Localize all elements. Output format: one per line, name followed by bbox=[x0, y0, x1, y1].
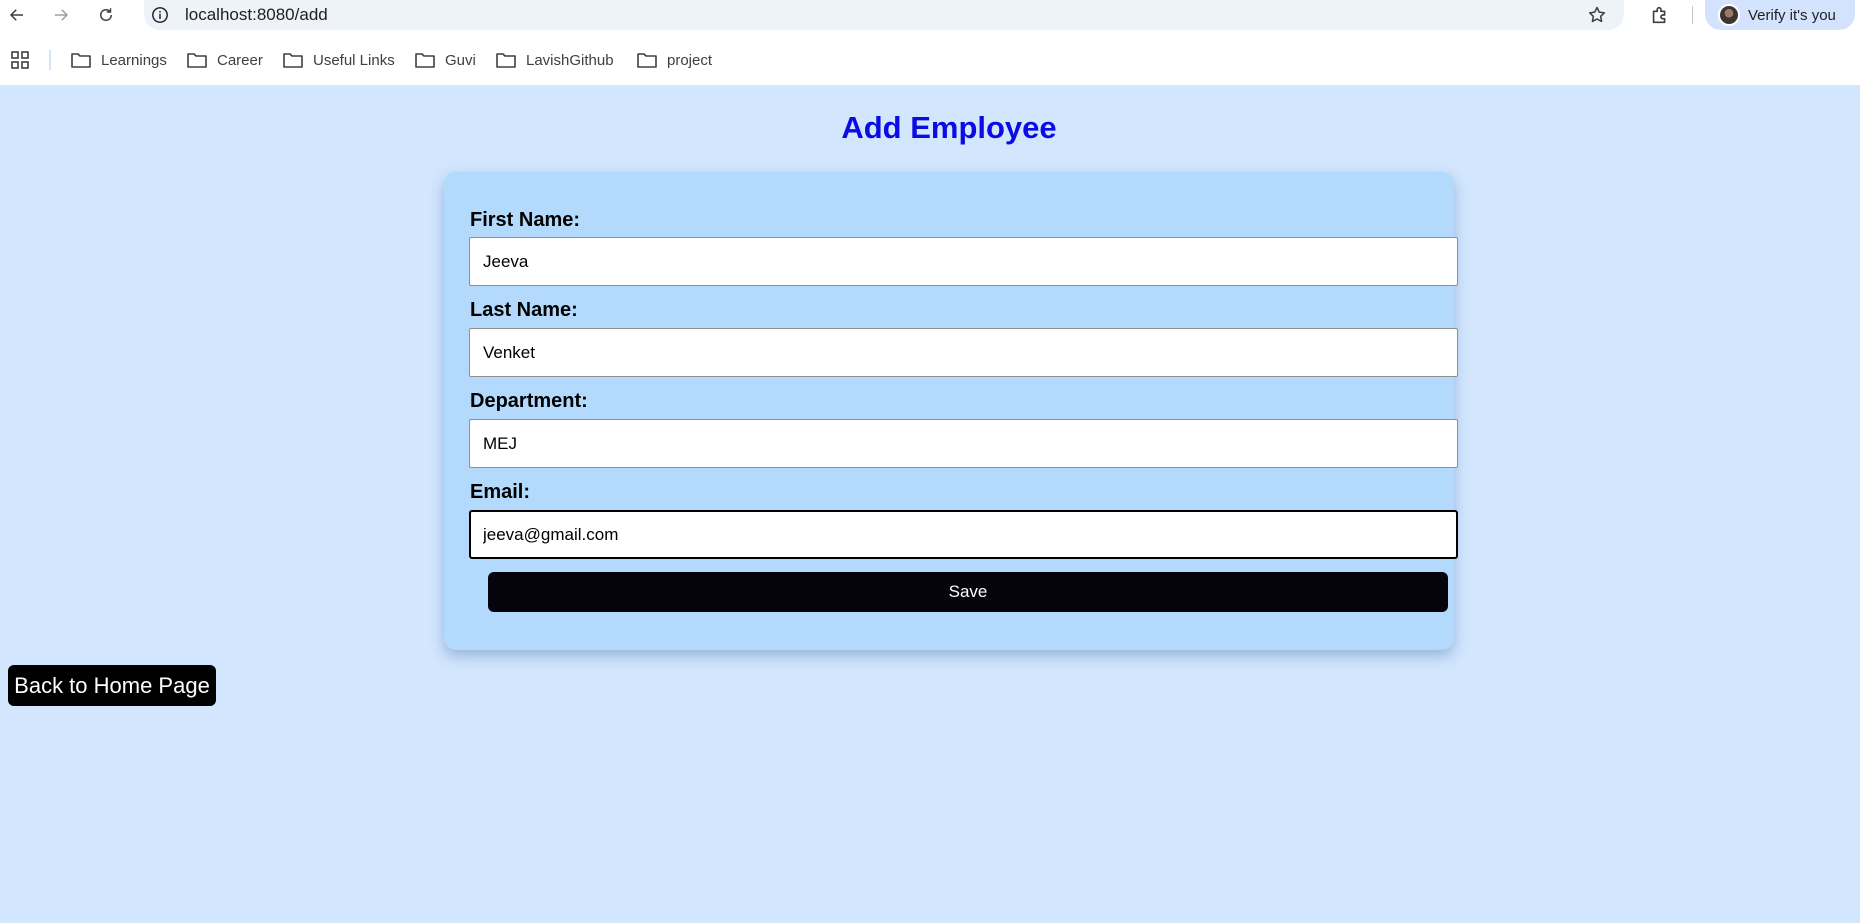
address-bar[interactable]: localhost:8080/add bbox=[144, 0, 1624, 30]
folder-icon bbox=[187, 51, 207, 69]
profile-chip[interactable]: Verify it's you bbox=[1705, 0, 1855, 30]
bookmark-project[interactable]: project bbox=[637, 48, 712, 72]
save-button[interactable]: Save bbox=[488, 572, 1448, 612]
back-arrow-icon[interactable] bbox=[5, 3, 29, 27]
bookmark-label: Learnings bbox=[101, 51, 167, 69]
folder-icon bbox=[71, 51, 91, 69]
last-name-label: Last Name: bbox=[470, 299, 578, 321]
star-icon[interactable] bbox=[1586, 4, 1608, 26]
apps-grid-icon[interactable] bbox=[10, 50, 30, 70]
first-name-input[interactable] bbox=[469, 237, 1458, 286]
bookmark-learnings[interactable]: Learnings bbox=[71, 48, 167, 72]
folder-icon bbox=[415, 51, 435, 69]
department-label: Department: bbox=[470, 390, 588, 412]
bookmark-label: Career bbox=[217, 51, 263, 69]
last-name-input[interactable] bbox=[469, 328, 1458, 377]
bookmarks-bar: Learnings Career Useful Links Guvi Lavis… bbox=[0, 30, 1860, 85]
extensions-icon[interactable] bbox=[1648, 3, 1672, 27]
page-title: Add Employee bbox=[841, 110, 1057, 145]
back-to-home-button[interactable]: Back to Home Page bbox=[8, 665, 216, 706]
url-text[interactable]: localhost:8080/add bbox=[185, 5, 328, 25]
bookmark-guvi[interactable]: Guvi bbox=[415, 48, 476, 72]
email-label: Email: bbox=[470, 481, 531, 503]
bookmark-label: Guvi bbox=[445, 51, 476, 69]
folder-icon bbox=[637, 51, 657, 69]
forward-arrow-icon[interactable] bbox=[49, 3, 73, 27]
bookmark-lavishgithub[interactable]: LavishGithub bbox=[496, 48, 614, 72]
folder-icon bbox=[496, 51, 516, 69]
info-icon[interactable] bbox=[150, 5, 170, 25]
first-name-label: First Name: bbox=[470, 209, 581, 231]
profile-label: Verify it's you bbox=[1748, 6, 1836, 24]
avatar bbox=[1718, 4, 1740, 26]
bookmark-label: project bbox=[667, 51, 713, 69]
bookmark-career[interactable]: Career bbox=[187, 48, 263, 72]
department-input[interactable] bbox=[469, 419, 1458, 468]
browser-toolbar: localhost:8080/add Verify it's you bbox=[0, 0, 1860, 30]
bookmark-useful-links[interactable]: Useful Links bbox=[283, 48, 395, 72]
toolbar-divider bbox=[1692, 6, 1693, 24]
bookmark-label: Useful Links bbox=[313, 51, 395, 69]
reload-icon[interactable] bbox=[94, 3, 118, 27]
bookmarks-divider bbox=[49, 50, 51, 70]
folder-icon bbox=[283, 51, 303, 69]
email-input[interactable] bbox=[469, 510, 1458, 559]
bookmark-label: LavishGithub bbox=[526, 51, 614, 69]
